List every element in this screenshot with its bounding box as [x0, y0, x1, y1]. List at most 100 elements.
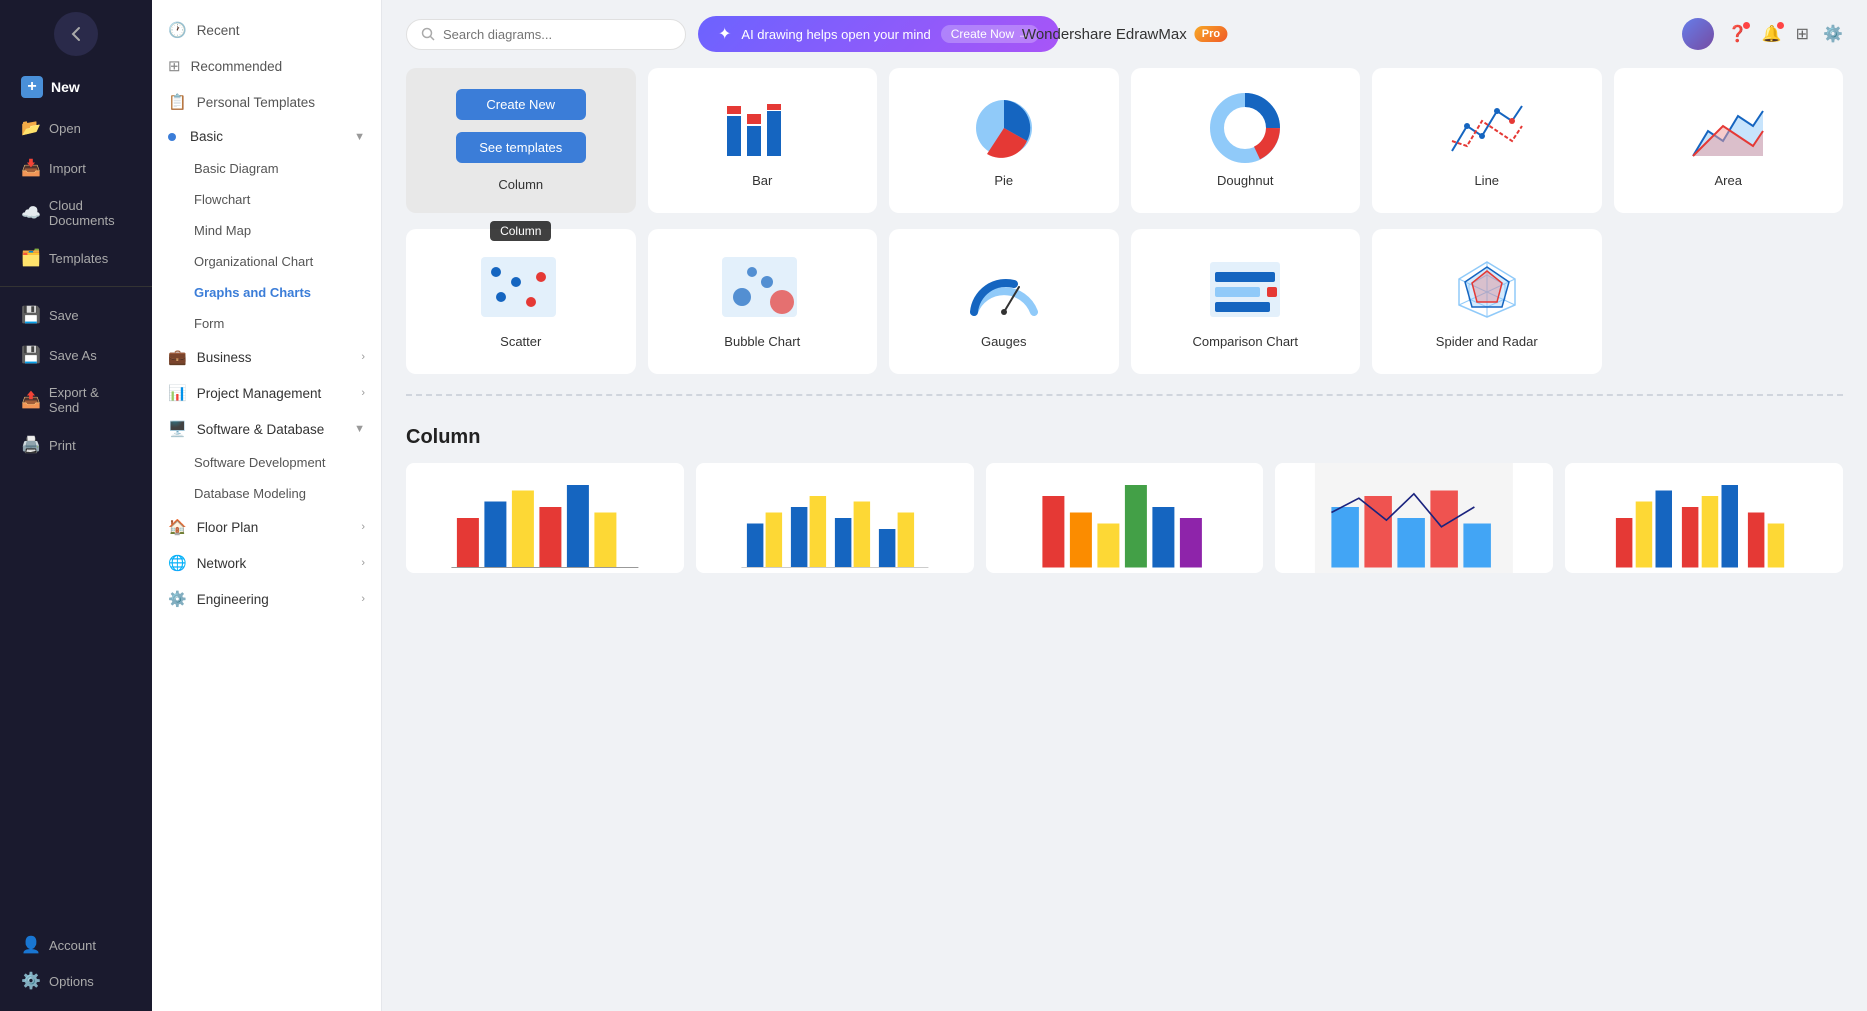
sub-software-dev[interactable]: Software Development [152, 447, 381, 478]
avatar [1682, 18, 1714, 50]
back-button[interactable] [54, 12, 98, 56]
notifications-button[interactable]: 🔔 [1762, 24, 1782, 44]
engineering-icon: ⚙️ [168, 590, 187, 608]
personal-templates-item[interactable]: 📋 Personal Templates [152, 84, 381, 120]
open-icon: 📂 [21, 118, 41, 138]
open-nav-item[interactable]: 📂 Open [11, 110, 141, 146]
charts-section: Create New See templates Column Column [406, 68, 1843, 374]
ai-icon: ✦ [718, 24, 731, 44]
doughnut-label: Doughnut [1217, 173, 1273, 188]
print-nav-item[interactable]: 🖨️ Print [11, 427, 141, 463]
project-chevron: › [361, 387, 365, 399]
chart-card-scatter[interactable]: Scatter [406, 229, 636, 374]
chart-card-bubble[interactable]: Bubble Chart [648, 229, 878, 374]
column-section: Column [406, 416, 1843, 573]
column-section-title: Column [406, 416, 1843, 449]
header-bar: ✦ AI drawing helps open your mind Create… [406, 16, 1843, 52]
sub-db-modeling[interactable]: Database Modeling [152, 478, 381, 509]
recent-icon: 🕐 [168, 21, 187, 39]
sub-flowchart[interactable]: Flowchart [152, 184, 381, 215]
sub-graphs-charts[interactable]: Graphs and Charts [152, 277, 381, 308]
chart-card-spider[interactable]: Spider and Radar [1372, 229, 1602, 374]
import-nav-item[interactable]: 📥 Import [11, 150, 141, 186]
see-templates-button[interactable]: See templates [456, 132, 586, 163]
template-card-4[interactable] [1275, 463, 1553, 573]
pro-badge: Pro [1195, 26, 1227, 42]
comparison-label: Comparison Chart [1193, 334, 1299, 349]
search-bar[interactable] [406, 19, 686, 50]
project-icon: 📊 [168, 384, 187, 402]
sub-basic-diagram[interactable]: Basic Diagram [152, 153, 381, 184]
main-content: ✦ AI drawing helps open your mind Create… [382, 0, 1867, 1011]
floor-icon: 🏠 [168, 518, 187, 536]
bubble-icon [722, 254, 802, 324]
gauges-icon [964, 254, 1044, 324]
column-label: Column [498, 177, 543, 192]
save-icon: 💾 [21, 305, 41, 325]
chart-card-gauges[interactable]: Gauges [889, 229, 1119, 374]
saveas-icon: 💾 [21, 345, 41, 365]
search-icon [421, 27, 435, 41]
header-icons: ❓ 🔔 ⊞ ⚙️ [1682, 18, 1843, 50]
sub-org-chart[interactable]: Organizational Chart [152, 246, 381, 277]
basic-chevron: ▼ [354, 131, 365, 143]
software-icon: 🖥️ [168, 420, 187, 438]
divider-1 [0, 286, 152, 287]
sub-mindmap[interactable]: Mind Map [152, 215, 381, 246]
network-category[interactable]: 🌐 Network › [152, 545, 381, 581]
chart-card-pie[interactable]: Pie [889, 68, 1119, 213]
search-input[interactable] [443, 27, 671, 42]
project-category[interactable]: 📊 Project Management › [152, 375, 381, 411]
ai-banner[interactable]: ✦ AI drawing helps open your mind Create… [698, 16, 1059, 52]
templates-grid [406, 463, 1843, 573]
business-category[interactable]: 💼 Business › [152, 339, 381, 375]
template-card-5[interactable] [1565, 463, 1843, 573]
network-chevron: › [361, 557, 365, 569]
charts-grid-row1: Create New See templates Column Column [406, 68, 1843, 213]
sidebar-bottom: 👤 Account ⚙️ Options [11, 927, 141, 999]
basic-category[interactable]: Basic ▼ [152, 120, 381, 153]
export-nav-item[interactable]: 📤 Export & Send [11, 377, 141, 423]
template-card-3[interactable] [986, 463, 1264, 573]
recent-item[interactable]: 🕐 Recent [152, 12, 381, 48]
business-chevron: › [361, 351, 365, 363]
import-icon: 📥 [21, 158, 41, 178]
save-nav-item[interactable]: 💾 Save [11, 297, 141, 333]
recommended-item[interactable]: ⊞ Recommended [152, 48, 381, 84]
account-icon: 👤 [21, 935, 41, 955]
template-card-1[interactable] [406, 463, 684, 573]
help-button[interactable]: ❓ [1728, 24, 1748, 44]
area-icon [1688, 93, 1768, 163]
column-selected-overlay: Create New See templates Column [456, 89, 586, 192]
bar-icon [722, 93, 802, 163]
floor-category[interactable]: 🏠 Floor Plan › [152, 509, 381, 545]
bar-label: Bar [752, 173, 772, 188]
area-label: Area [1715, 173, 1742, 188]
apps-button[interactable]: ⊞ [1796, 24, 1809, 44]
create-new-button[interactable]: Create New [456, 89, 586, 120]
chart-card-area[interactable]: Area [1614, 68, 1844, 213]
options-nav-item[interactable]: ⚙️ Options [11, 963, 141, 999]
template-card-2[interactable] [696, 463, 974, 573]
chart-card-comparison[interactable]: Comparison Chart [1131, 229, 1361, 374]
software-category[interactable]: 🖥️ Software & Database ▼ [152, 411, 381, 447]
app-title: Wondershare EdrawMax Pro [1022, 26, 1227, 43]
chart-card-doughnut[interactable]: Doughnut [1131, 68, 1361, 213]
chart-card-column[interactable]: Create New See templates Column Column [406, 68, 636, 213]
scatter-icon [481, 254, 561, 324]
sub-form[interactable]: Form [152, 308, 381, 339]
templates-icon: 🗂️ [21, 248, 41, 268]
help-dot [1743, 22, 1750, 29]
options-icon: ⚙️ [21, 971, 41, 991]
settings-button[interactable]: ⚙️ [1823, 24, 1843, 44]
account-nav-item[interactable]: 👤 Account [11, 927, 141, 963]
new-button[interactable]: + New [11, 68, 141, 106]
chart-card-bar[interactable]: Bar [648, 68, 878, 213]
spider-label: Spider and Radar [1436, 334, 1538, 349]
templates-nav-item[interactable]: 🗂️ Templates [11, 240, 141, 276]
engineering-category[interactable]: ⚙️ Engineering › [152, 581, 381, 617]
chart-card-line[interactable]: Line [1372, 68, 1602, 213]
personal-templates-icon: 📋 [168, 93, 187, 111]
saveas-nav-item[interactable]: 💾 Save As [11, 337, 141, 373]
cloud-nav-item[interactable]: ☁️ Cloud Documents [11, 190, 141, 236]
